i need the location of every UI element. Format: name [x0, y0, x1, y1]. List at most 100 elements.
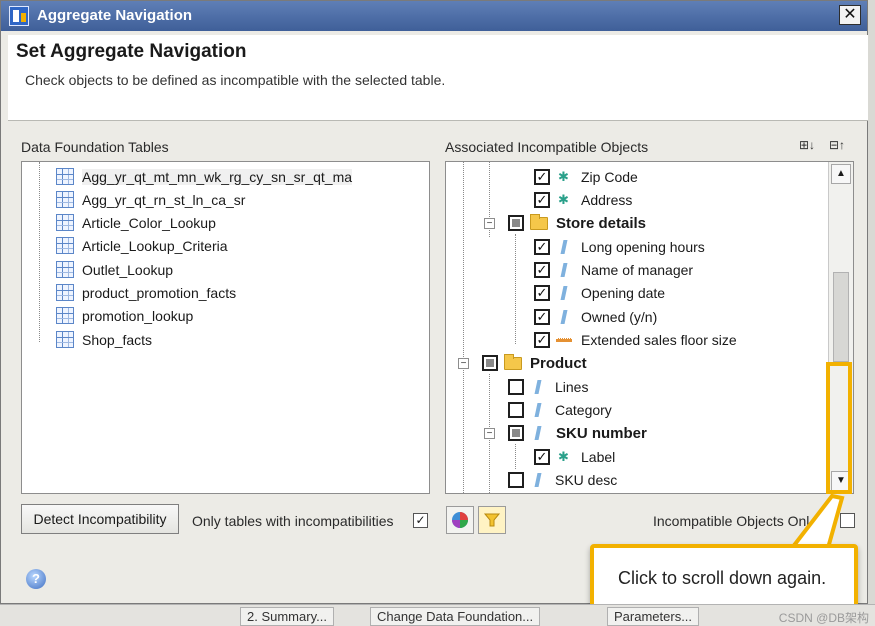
- collapse-icon[interactable]: −: [484, 428, 495, 439]
- table-label: Shop_facts: [82, 332, 153, 348]
- list-item[interactable]: ✓ ✱ Label: [446, 446, 826, 468]
- scroll-highlight: [826, 362, 852, 494]
- list-item[interactable]: Category: [446, 399, 826, 421]
- dimension-icon: [558, 286, 572, 300]
- collapse-icon[interactable]: −: [458, 358, 469, 369]
- taskbar-item[interactable]: 2. Summary...: [240, 607, 334, 626]
- dimension-icon: [558, 310, 572, 324]
- list-item[interactable]: ✓ Opening date: [446, 282, 826, 304]
- checkbox-lines[interactable]: [508, 379, 524, 395]
- list-item[interactable]: ✓ Long opening hours: [446, 236, 826, 258]
- node-label: Lines: [555, 379, 589, 395]
- dimension-icon: [532, 426, 546, 440]
- list-item[interactable]: ✓ ✱ Zip Code: [446, 166, 826, 188]
- checkbox-name-of-manager[interactable]: ✓: [534, 262, 550, 278]
- table-label: product_promotion_facts: [82, 285, 237, 301]
- node-label: Category: [555, 402, 612, 418]
- list-item[interactable]: ✓ Extended sales floor size: [446, 329, 826, 351]
- node-label: SKU number: [556, 425, 647, 442]
- measure-icon: [556, 338, 572, 342]
- folder-icon: [530, 214, 548, 230]
- checkbox-store-details[interactable]: [508, 215, 524, 231]
- node-label: Zip Code: [581, 169, 638, 185]
- list-item[interactable]: − SKU number: [446, 422, 826, 444]
- title-bar[interactable]: Aggregate Navigation ✕: [1, 1, 867, 31]
- callout-text: Click to scroll down again.: [618, 568, 827, 588]
- checkbox-long-opening-hours[interactable]: ✓: [534, 239, 550, 255]
- list-item[interactable]: ✓ Name of manager: [446, 259, 826, 281]
- scroll-thumb[interactable]: [833, 272, 849, 362]
- table-label: Outlet_Lookup: [82, 262, 174, 278]
- dimension-icon: [532, 380, 546, 394]
- table-icon: [56, 168, 74, 185]
- checkbox-product[interactable]: [482, 355, 498, 371]
- tables-list[interactable]: Agg_yr_qt_mt_mn_wk_rg_cy_sn_sr_qt_ma Agg…: [21, 161, 430, 494]
- checkbox-opening-date[interactable]: ✓: [534, 285, 550, 301]
- node-label: Label: [581, 449, 616, 465]
- checkbox-address[interactable]: ✓: [534, 192, 550, 208]
- expand-all-icon[interactable]: ⊞↓: [797, 138, 817, 154]
- collapse-all-icon[interactable]: ⊟↑: [827, 138, 847, 154]
- scroll-up-button[interactable]: ▲: [831, 164, 851, 184]
- taskbar-item[interactable]: Parameters...: [607, 607, 700, 626]
- callout-pointer: [788, 493, 845, 550]
- list-item[interactable]: SKU desc: [446, 469, 826, 491]
- only-tables-checkbox[interactable]: ✓: [413, 513, 428, 528]
- table-icon: [56, 331, 74, 348]
- node-label: SKU desc: [555, 472, 618, 488]
- page-description: Check objects to be defined as incompati…: [25, 72, 446, 88]
- objects-tree[interactable]: ✓ ✱ Zip Code ✓ ✱ Address − Store details…: [445, 161, 854, 494]
- table-icon: [56, 214, 74, 231]
- window-title: Aggregate Navigation: [37, 7, 193, 24]
- list-item[interactable]: − Store details: [446, 212, 826, 234]
- app-icon: [9, 6, 29, 26]
- node-label: Opening date: [581, 285, 666, 301]
- detail-icon: ✱: [558, 449, 569, 464]
- table-icon: [56, 191, 74, 208]
- checkbox-category[interactable]: [508, 402, 524, 418]
- table-icon: [56, 261, 74, 278]
- taskbar-item[interactable]: Change Data Foundation...: [370, 607, 541, 626]
- table-icon: [56, 284, 74, 301]
- table-icon: [56, 307, 74, 324]
- table-label: Article_Color_Lookup: [82, 215, 216, 231]
- node-label: Long opening hours: [581, 239, 705, 255]
- list-item[interactable]: Lines: [446, 376, 826, 398]
- list-item[interactable]: ✓ Owned (y/n): [446, 306, 826, 328]
- list-item[interactable]: − Product: [446, 352, 826, 374]
- header-banner: Set Aggregate Navigation Check objects t…: [8, 35, 868, 121]
- collapse-icon[interactable]: −: [484, 218, 495, 229]
- detect-incompatibility-button[interactable]: Detect Incompatibility: [21, 504, 179, 534]
- filter-icon[interactable]: [478, 506, 506, 534]
- close-button[interactable]: ✕: [839, 5, 861, 25]
- color-wheel-icon[interactable]: [446, 506, 474, 534]
- tutorial-callout: Click to scroll down again.: [590, 544, 858, 608]
- incompatible-only-label: Incompatible Objects Onl: [653, 513, 810, 529]
- checkbox-zip-code[interactable]: ✓: [534, 169, 550, 185]
- node-label: Store details: [556, 215, 647, 232]
- node-label: Extended sales floor size: [581, 332, 737, 348]
- detail-icon: ✱: [558, 192, 569, 207]
- checkbox-sku-number[interactable]: [508, 425, 524, 441]
- tables-section-label: Data Foundation Tables: [21, 139, 169, 155]
- table-label: Article_Lookup_Criteria: [82, 238, 228, 254]
- node-label: Owned (y/n): [581, 309, 658, 325]
- dimension-icon: [558, 263, 572, 277]
- detail-icon: ✱: [558, 169, 569, 184]
- folder-icon: [504, 354, 522, 370]
- dimension-icon: [532, 403, 546, 417]
- help-icon[interactable]: ?: [26, 569, 46, 589]
- tree-guide: [39, 162, 40, 342]
- aggregate-navigation-dialog: Aggregate Navigation ✕ Set Aggregate Nav…: [0, 0, 868, 604]
- table-label: Agg_yr_qt_mt_mn_wk_rg_cy_sn_sr_qt_ma: [82, 169, 353, 185]
- checkbox-owned[interactable]: ✓: [534, 309, 550, 325]
- objects-section-label: Associated Incompatible Objects: [445, 139, 649, 155]
- node-label: Name of manager: [581, 262, 694, 278]
- list-item[interactable]: ✓ ✱ Address: [446, 189, 826, 211]
- checkbox-extended-sales-floor-size[interactable]: ✓: [534, 332, 550, 348]
- checkbox-sku-desc[interactable]: [508, 472, 524, 488]
- only-tables-label: Only tables with incompatibilities: [192, 513, 394, 529]
- checkbox-label[interactable]: ✓: [534, 449, 550, 465]
- node-label: Address: [581, 192, 633, 208]
- taskbar: 2. Summary... Change Data Foundation... …: [0, 604, 875, 626]
